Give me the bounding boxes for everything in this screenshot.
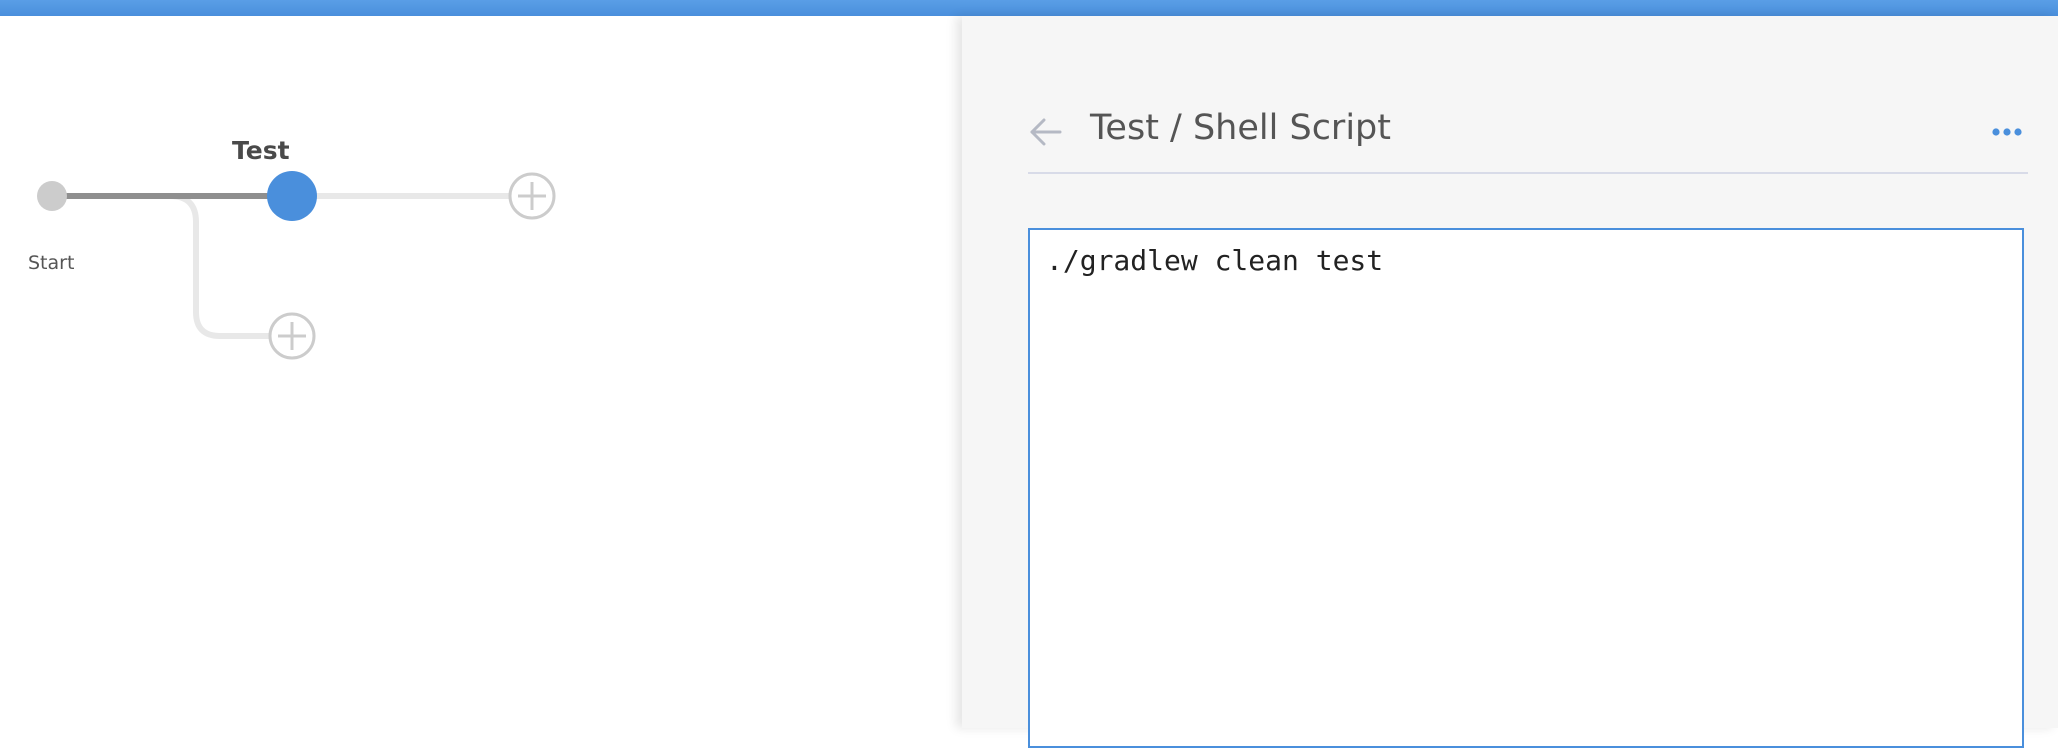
- panel-header: Test / Shell Script: [1028, 88, 2028, 174]
- add-parallel-stage-icon[interactable]: [268, 312, 316, 360]
- add-stage-icon[interactable]: [508, 172, 556, 220]
- stage-node-test[interactable]: [267, 171, 317, 221]
- step-editor-panel: Test / Shell Script ./gradlew clean test: [962, 16, 2058, 748]
- panel-title: Test / Shell Script: [1090, 108, 1391, 148]
- stage-title: Test: [232, 136, 290, 165]
- shell-script-input[interactable]: ./gradlew clean test: [1028, 228, 2024, 748]
- arrow-left-icon[interactable]: [1028, 114, 1064, 150]
- connector-line-parallel: [169, 193, 270, 339]
- pipeline-graph: [37, 171, 556, 360]
- top-accent-bar: [0, 0, 2058, 16]
- start-node[interactable]: [37, 181, 67, 211]
- pipeline-canvas: Test Start: [0, 16, 962, 728]
- start-label: Start: [28, 252, 75, 274]
- more-horizontal-icon[interactable]: [1992, 126, 2022, 138]
